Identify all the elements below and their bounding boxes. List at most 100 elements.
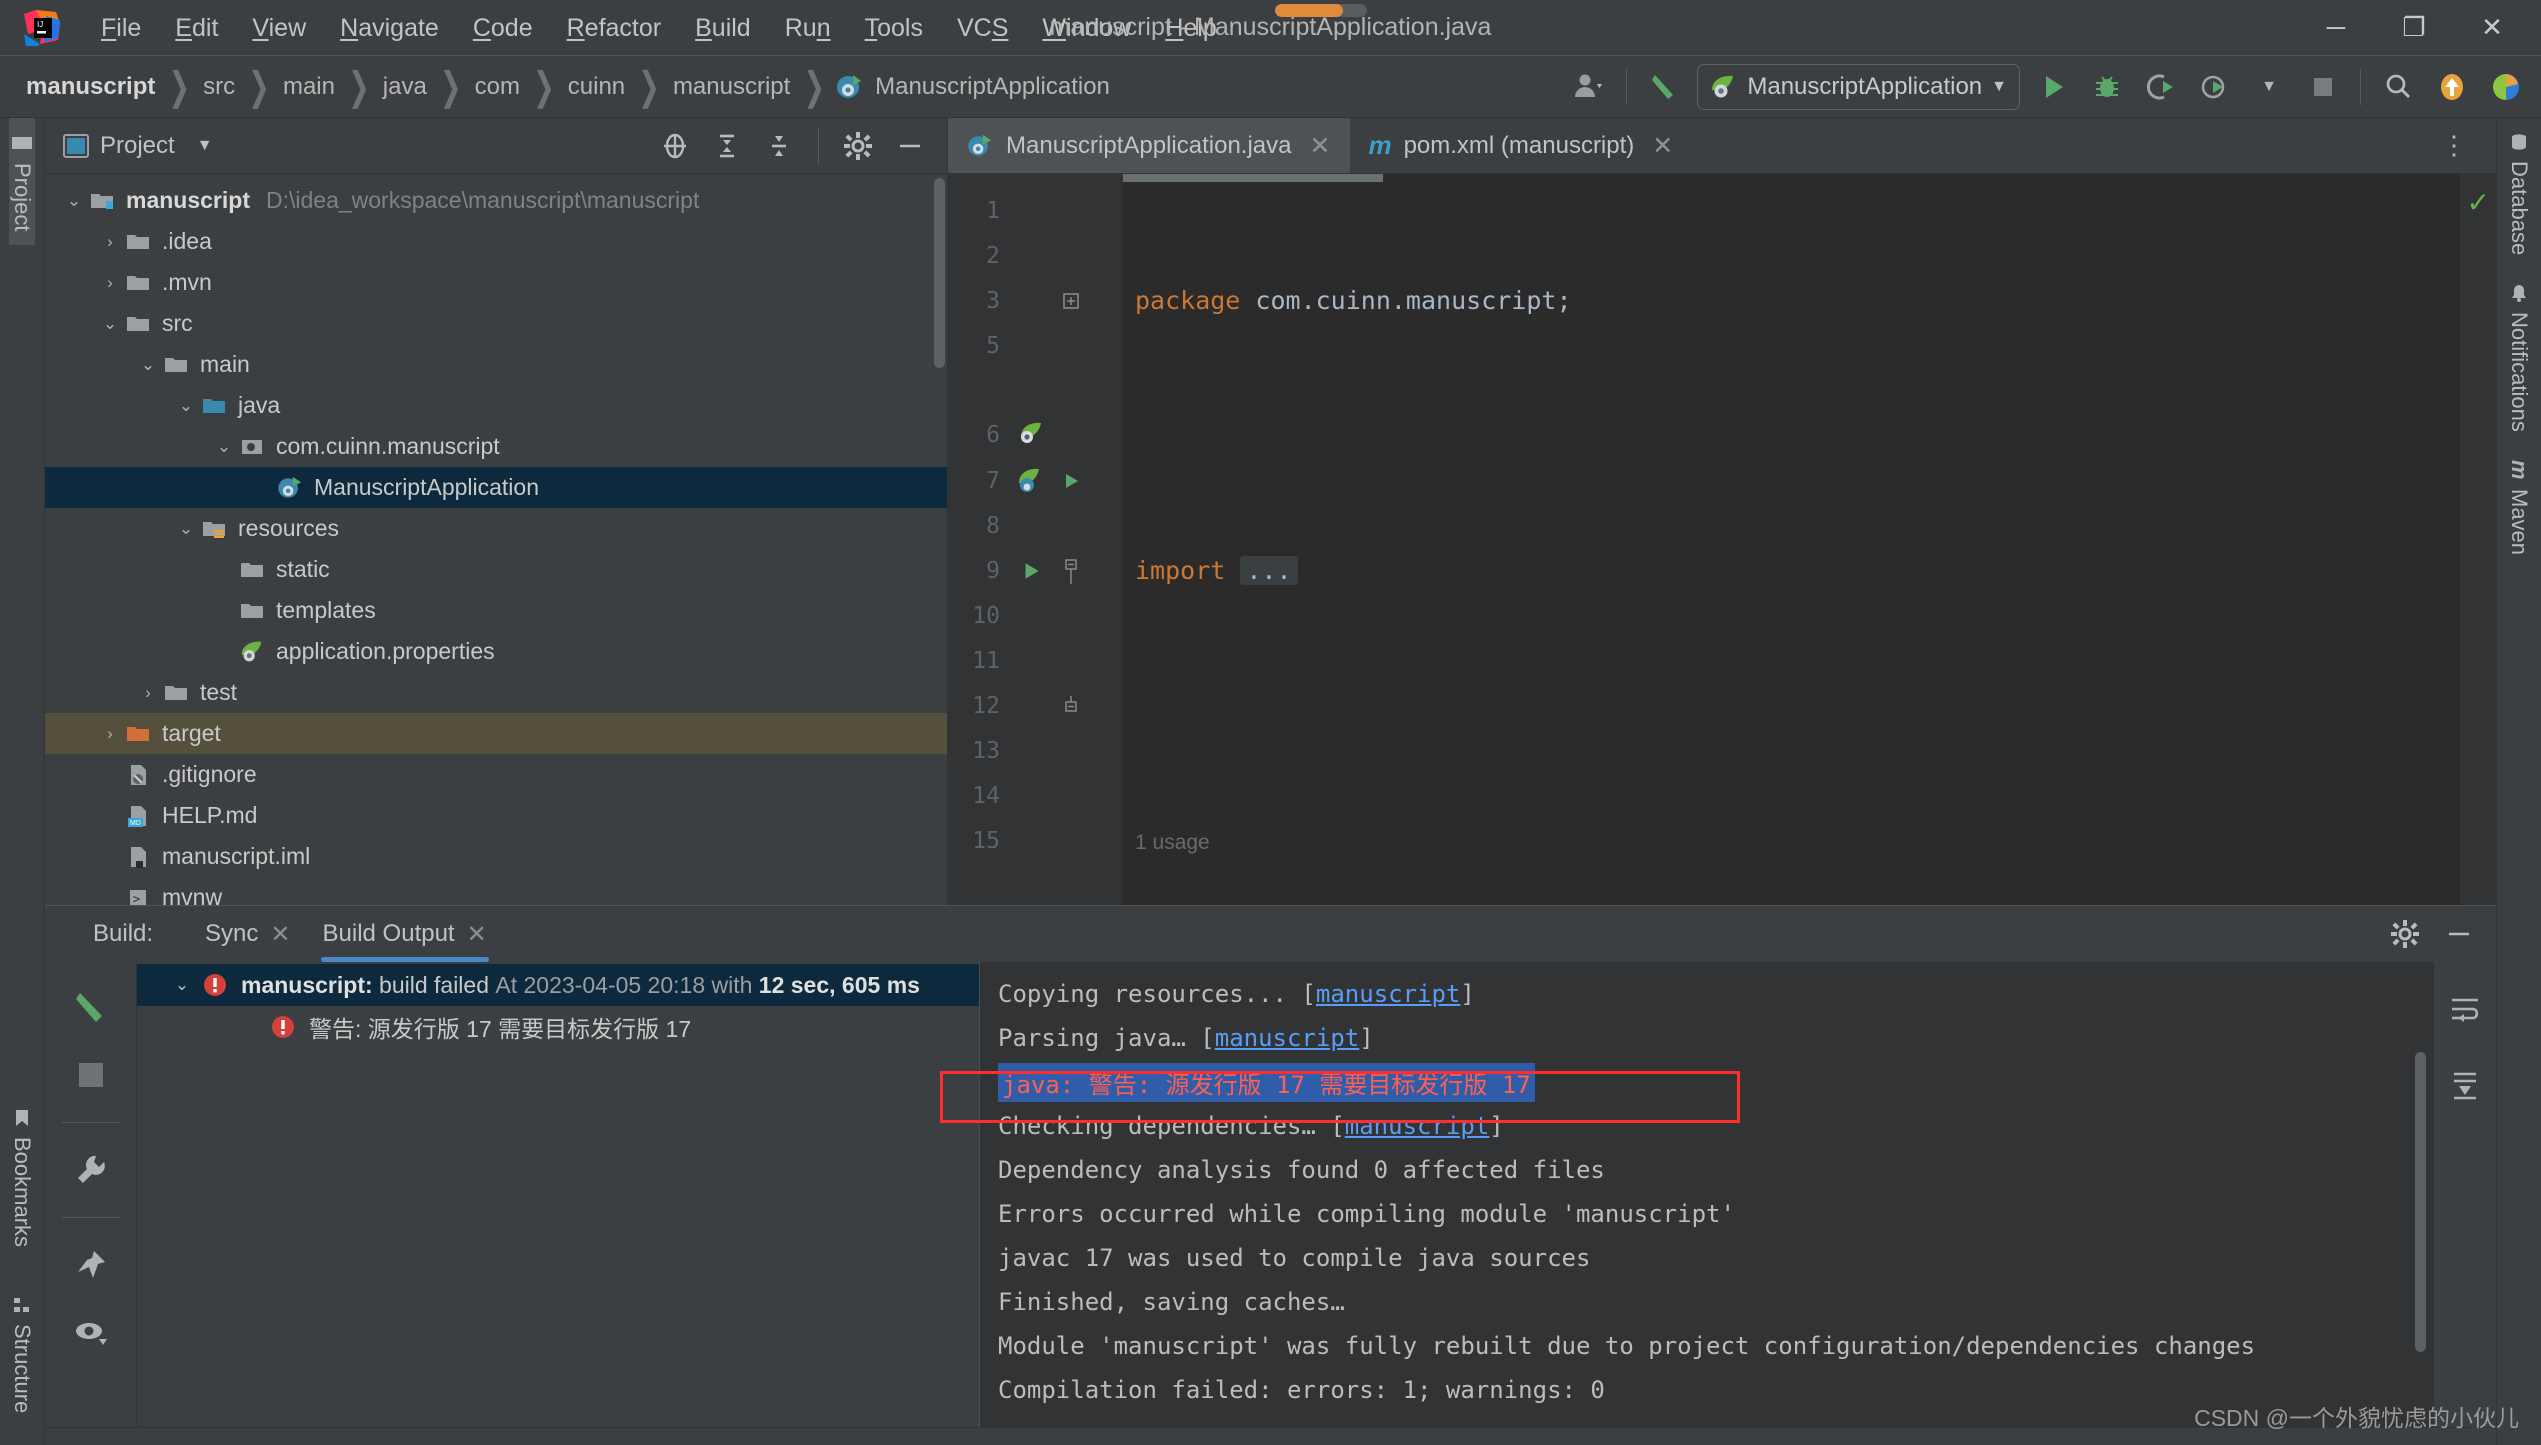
- breadcrumb-item-1[interactable]: src: [199, 73, 239, 101]
- breadcrumb[interactable]: manuscript ❯ src ❯ main ❯ java ❯ com ❯ c…: [22, 71, 1114, 102]
- tree-row-mvnw[interactable]: > mvnw: [45, 877, 947, 905]
- log-link[interactable]: manuscript: [1316, 980, 1461, 1008]
- log-link[interactable]: manuscript: [1215, 1024, 1360, 1052]
- twisty-icon[interactable]: ⌄: [61, 191, 87, 211]
- menu-view[interactable]: View: [235, 9, 323, 47]
- close-button[interactable]: ✕: [2453, 0, 2531, 55]
- main-menu-bar[interactable]: FFileile Edit View Navigate Code Refacto…: [84, 9, 1234, 47]
- debug-button[interactable]: [2080, 60, 2134, 114]
- menu-code[interactable]: Code: [456, 9, 550, 47]
- breadcrumb-item-2[interactable]: main: [279, 73, 339, 101]
- restore-button[interactable]: ❐: [2375, 0, 2453, 55]
- spring-bean-gutter-icon[interactable]: [1008, 418, 1054, 458]
- menu-file[interactable]: FFileile: [84, 9, 158, 47]
- chevron-down-icon[interactable]: ▼: [1991, 78, 2007, 96]
- twisty-icon[interactable]: ›: [135, 683, 161, 703]
- inspection-ok-icon[interactable]: ✓: [2467, 186, 2490, 219]
- tree-row-templates[interactable]: templates: [45, 590, 947, 631]
- twisty-icon[interactable]: ⌄: [165, 975, 199, 995]
- breadcrumb-item-4[interactable]: com: [471, 73, 524, 101]
- editor-gutter[interactable]: 1 2 3 5 6 7: [948, 174, 1123, 905]
- project-tree[interactable]: ⌄ manuscript D:\idea_workspace\manuscrip…: [45, 174, 947, 905]
- breadcrumb-item-7[interactable]: ManuscriptApplication: [871, 73, 1114, 101]
- code-editor[interactable]: 1 2 3 5 6 7: [948, 174, 2496, 905]
- pin-icon[interactable]: [60, 1234, 122, 1296]
- twisty-icon[interactable]: ⌄: [135, 355, 161, 375]
- breadcrumb-item-0[interactable]: manuscript: [22, 73, 159, 101]
- build-hammer-icon[interactable]: [1637, 60, 1691, 114]
- stop-button[interactable]: [2296, 60, 2350, 114]
- search-icon[interactable]: [2371, 60, 2425, 114]
- gear-icon[interactable]: [2382, 911, 2428, 957]
- log-link[interactable]: manuscript: [1345, 1112, 1490, 1140]
- stop-build-icon[interactable]: [60, 1044, 122, 1106]
- run-arrow-icon[interactable]: [1054, 471, 1088, 491]
- build-tree-row-manuscript[interactable]: ⌄ manuscript: build failed At 2023-04-05…: [137, 964, 979, 1006]
- eye-icon[interactable]: [60, 1302, 122, 1364]
- sidebar-item-maven[interactable]: m Maven: [2506, 446, 2532, 569]
- build-tree-row-warning[interactable]: 警告: 源发行版 17 需要目标发行版 17: [137, 1006, 979, 1048]
- close-icon[interactable]: ✕: [467, 920, 487, 949]
- tree-row-target[interactable]: › target: [45, 713, 947, 754]
- tree-row-idea[interactable]: › .idea: [45, 221, 947, 262]
- tree-row-main[interactable]: ⌄ main: [45, 344, 947, 385]
- tree-row-resources[interactable]: ⌄ resources: [45, 508, 947, 549]
- build-log-scrollbar[interactable]: [2415, 1052, 2426, 1352]
- usage-inlay-hint[interactable]: 1 usage: [1135, 831, 1210, 854]
- menu-help[interactable]: Help: [1148, 9, 1233, 47]
- tree-row-gitignore[interactable]: .gitignore: [45, 754, 947, 795]
- breadcrumb-item-6[interactable]: manuscript: [669, 73, 794, 101]
- collapse-all-icon[interactable]: [756, 123, 802, 169]
- expand-all-icon[interactable]: [704, 123, 750, 169]
- sidebar-item-database[interactable]: Database: [2506, 118, 2532, 269]
- twisty-icon[interactable]: ⌄: [173, 396, 199, 416]
- menu-refactor[interactable]: Refactor: [550, 9, 679, 47]
- ui-theme-icon[interactable]: [2479, 60, 2533, 114]
- chevron-down-icon[interactable]: ▼: [197, 137, 213, 155]
- menu-build[interactable]: Build: [678, 9, 768, 47]
- tree-row-manuscript-iml[interactable]: manuscript.iml: [45, 836, 947, 877]
- rerun-build-icon[interactable]: [60, 976, 122, 1038]
- tree-row-package[interactable]: ⌄ com.cuinn.manuscript: [45, 426, 947, 467]
- run-main-gutter-icon[interactable]: [1008, 560, 1054, 582]
- log-warning-highlighted[interactable]: java: 警告: 源发行版 17 需要目标发行版 17: [998, 1063, 1535, 1102]
- tree-row-mvn[interactable]: › .mvn: [45, 262, 947, 303]
- build-output-log[interactable]: Copying resources... [manuscript] Parsin…: [980, 962, 2434, 1427]
- tree-row-test[interactable]: › test: [45, 672, 947, 713]
- soft-wrap-icon[interactable]: [2434, 978, 2496, 1040]
- tree-row-java[interactable]: ⌄ java: [45, 385, 947, 426]
- tree-row-static[interactable]: static: [45, 549, 947, 590]
- close-icon[interactable]: ✕: [1309, 131, 1330, 161]
- chevron-down-icon[interactable]: ▼: [2242, 60, 2296, 114]
- twisty-icon[interactable]: ›: [97, 232, 123, 252]
- more-options-icon[interactable]: ⋮: [2428, 119, 2482, 173]
- breadcrumb-item-3[interactable]: java: [379, 73, 431, 101]
- sidebar-item-project[interactable]: Project: [9, 118, 35, 245]
- run-button[interactable]: [2026, 60, 2080, 114]
- fold-region-end-icon[interactable]: [1054, 696, 1088, 716]
- tree-row-src[interactable]: ⌄ src: [45, 303, 947, 344]
- tree-row-application-properties[interactable]: application.properties: [45, 631, 947, 672]
- run-configuration-selector[interactable]: ManuscriptApplication ▼: [1697, 64, 2020, 110]
- fold-marker-expand[interactable]: [1054, 291, 1088, 311]
- menu-tools[interactable]: Tools: [848, 9, 940, 47]
- project-tree-scrollbar[interactable]: [934, 178, 945, 368]
- close-icon[interactable]: ✕: [1652, 131, 1673, 161]
- menu-navigate[interactable]: Navigate: [323, 9, 456, 47]
- profiler-button[interactable]: [2188, 60, 2242, 114]
- twisty-icon[interactable]: ›: [97, 724, 123, 744]
- menu-edit[interactable]: Edit: [158, 9, 235, 47]
- user-account-icon[interactable]: [1562, 60, 1616, 114]
- editor-code-text[interactable]: package com.cuinn.manuscript; import ...…: [1123, 174, 2460, 905]
- tab-manuscript-application-java[interactable]: ManuscriptApplication.java ✕: [948, 118, 1350, 173]
- run-with-coverage-button[interactable]: [2134, 60, 2188, 114]
- minimize-button[interactable]: ─: [2297, 0, 2375, 55]
- hide-panel-icon[interactable]: [2436, 911, 2482, 957]
- hide-panel-icon[interactable]: [887, 123, 933, 169]
- close-icon[interactable]: ✕: [270, 920, 290, 949]
- twisty-icon[interactable]: ⌄: [173, 519, 199, 539]
- twisty-icon[interactable]: ⌄: [211, 437, 237, 457]
- gear-icon[interactable]: [835, 123, 881, 169]
- scroll-to-end-icon[interactable]: [2434, 1054, 2496, 1116]
- log-line-java-warning[interactable]: java: 警告: 源发行版 17 需要目标发行版 17: [998, 1060, 2434, 1104]
